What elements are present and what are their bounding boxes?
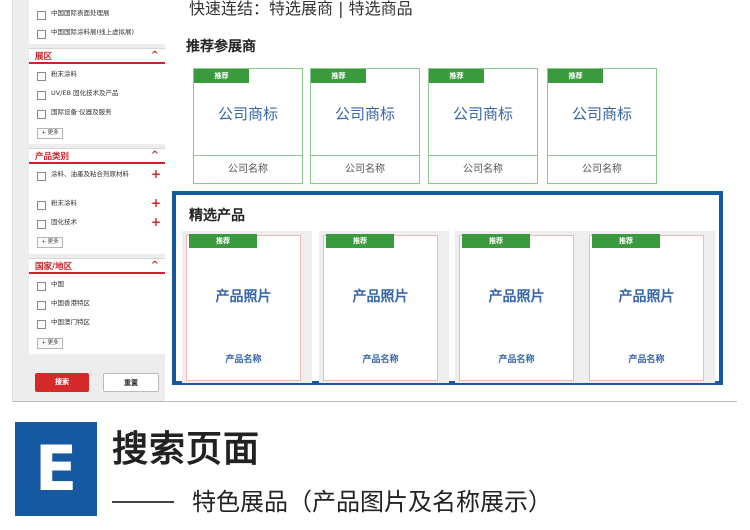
filter-section-zone: 展区 ^ 粉末涂料 UV/EB 固化技术及产品 国际设备·仪器及服务 + 更多 [29, 48, 165, 144]
company-logo-placeholder: 公司商标 [452, 105, 513, 123]
chevron-up-icon[interactable]: ^ [151, 260, 159, 272]
filter-sidebar: 中国国际表面处理展 中国国际涂料展(线上虚拟展) 展区 ^ 粉末涂料 UV/EB… [13, 0, 165, 401]
recommended-badge: 推荐 [462, 234, 530, 248]
product-photo-placeholder: 产品照片 [352, 289, 409, 305]
exhibitor-card[interactable]: 推荐 公司商标 公司名称 [310, 68, 420, 184]
recommended-badge: 推荐 [326, 234, 394, 248]
filter-option-label: 中国国际表面处理展 [51, 9, 110, 17]
section-letter: E [34, 432, 78, 505]
show-more-button[interactable]: + 更多 [37, 128, 63, 139]
product-card[interactable]: 推荐 产品照片 产品名称 [459, 234, 574, 381]
chevron-up-icon[interactable]: ^ [151, 150, 159, 162]
caption-dash-divider [112, 501, 174, 503]
filter-option-label: 中国 [51, 280, 64, 288]
filter-option-label: 粉末涂料 [51, 199, 77, 207]
product-card[interactable]: 推荐 产品照片 产品名称 [186, 234, 301, 381]
reset-button[interactable]: 重置 [103, 373, 159, 392]
filter-section-header[interactable]: 产品类别 ^ [29, 148, 165, 164]
company-logo-placeholder: 公司商标 [334, 105, 395, 123]
chevron-up-icon[interactable]: ^ [151, 50, 159, 62]
checkbox[interactable] [37, 30, 46, 39]
product-name[interactable]: 产品名称 [460, 352, 573, 365]
expand-plus-icon[interactable]: + [151, 167, 161, 181]
filter-option-label: 国际设备·仪器及服务 [51, 108, 112, 116]
company-logo-placeholder: 公司商标 [217, 105, 278, 123]
checkbox[interactable] [37, 220, 46, 229]
filter-section-title: 展区 [35, 52, 53, 62]
section-letter-badge: E [15, 422, 97, 516]
checkbox[interactable] [37, 72, 46, 81]
caption-title: 搜索页面 [112, 429, 261, 470]
filter-option-label: 涂料、油墨及粘合剂原材料 [51, 170, 129, 178]
expand-plus-icon[interactable]: + [151, 215, 161, 229]
checkbox[interactable] [37, 172, 46, 181]
filter-section-region: 国家/地区 ^ 中国 中国香港特区 中国澳门特区 + 更多 [29, 258, 165, 354]
product-photo-placeholder: 产品照片 [488, 289, 545, 305]
checkbox[interactable] [37, 301, 46, 310]
product-card[interactable]: 推荐 产品照片 产品名称 [589, 234, 704, 381]
filter-section-title: 国家/地区 [35, 262, 73, 272]
search-button[interactable]: 搜索 [35, 373, 89, 392]
checkbox[interactable] [37, 201, 46, 210]
product-name[interactable]: 产品名称 [187, 352, 300, 365]
recommended-exhibitors-title: 推荐参展商 [186, 39, 256, 55]
expand-plus-icon[interactable]: + [151, 196, 161, 210]
filter-option-label: 固化技术 [51, 218, 77, 226]
product-name[interactable]: 产品名称 [324, 352, 437, 365]
show-more-button[interactable]: + 更多 [37, 338, 63, 349]
recommended-badge: 推荐 [548, 69, 603, 83]
product-photo-placeholder: 产品照片 [618, 289, 675, 305]
company-name[interactable]: 公司名称 [429, 155, 537, 183]
company-name[interactable]: 公司名称 [311, 155, 419, 183]
recommended-badge: 推荐 [189, 234, 257, 248]
exhibitor-card[interactable]: 推荐 公司商标 公司名称 [547, 68, 657, 184]
filter-option-label: 粉末涂料 [51, 70, 77, 78]
filter-option-label: 中国香港特区 [51, 299, 90, 307]
product-card[interactable]: 推荐 产品照片 产品名称 [323, 234, 438, 381]
product-card-wrapper: 推荐 产品照片 产品名称 [319, 231, 449, 383]
company-logo-placeholder: 公司商标 [571, 105, 632, 123]
exhibitor-card[interactable]: 推荐 公司商标 公司名称 [428, 68, 538, 184]
filter-section-header[interactable]: 国家/地区 ^ [29, 258, 165, 274]
checkbox[interactable] [37, 110, 46, 119]
recommended-badge: 推荐 [592, 234, 660, 248]
filter-section-category: 产品类别 ^ 涂料、油墨及粘合剂原材料 + 粉末涂料 + 固化技术 + + 更多 [29, 148, 165, 254]
product-name[interactable]: 产品名称 [590, 352, 703, 365]
search-page-screenshot: 中国国际表面处理展 中国国际涂料展(线上虚拟展) 展区 ^ 粉末涂料 UV/EB… [12, 0, 737, 402]
checkbox[interactable] [37, 11, 46, 20]
checkbox[interactable] [37, 282, 46, 291]
company-name[interactable]: 公司名称 [194, 155, 302, 183]
product-card-wrapper: 推荐 产品照片 产品名称 [455, 231, 585, 383]
product-photo-placeholder: 产品照片 [215, 289, 272, 305]
recommended-badge: 推荐 [194, 69, 249, 83]
filter-option-label: 中国澳门特区 [51, 318, 90, 326]
checkbox[interactable] [37, 91, 46, 100]
filter-panel-top: 中国国际表面处理展 中国国际涂料展(线上虚拟展) [29, 0, 165, 44]
product-card-wrapper: 推荐 产品照片 产品名称 [182, 231, 312, 383]
show-more-button[interactable]: + 更多 [37, 237, 63, 248]
filter-section-header[interactable]: 展区 ^ [29, 48, 165, 64]
caption-subtitle: 特色展品（产品图片及名称展示） [192, 488, 552, 516]
checkbox[interactable] [37, 320, 46, 329]
recommended-badge: 推荐 [429, 69, 484, 83]
product-card-wrapper: 推荐 产品照片 产品名称 [585, 231, 715, 383]
filter-option-label: UV/EB 固化技术及产品 [51, 89, 119, 97]
featured-products-section: 精选产品 推荐 产品照片 产品名称 推荐 产品照片 产品名称 推荐 产品照片 产… [172, 191, 723, 385]
quick-links[interactable]: 快速连结：特选展商 | 特选商品 [189, 0, 413, 19]
exhibitor-card[interactable]: 推荐 公司商标 公司名称 [193, 68, 303, 184]
filter-section-title: 产品类别 [35, 152, 70, 162]
filter-option-label: 中国国际涂料展(线上虚拟展) [51, 28, 135, 36]
recommended-badge: 推荐 [311, 69, 366, 83]
company-name[interactable]: 公司名称 [548, 155, 656, 183]
featured-products-title: 精选产品 [189, 208, 245, 224]
